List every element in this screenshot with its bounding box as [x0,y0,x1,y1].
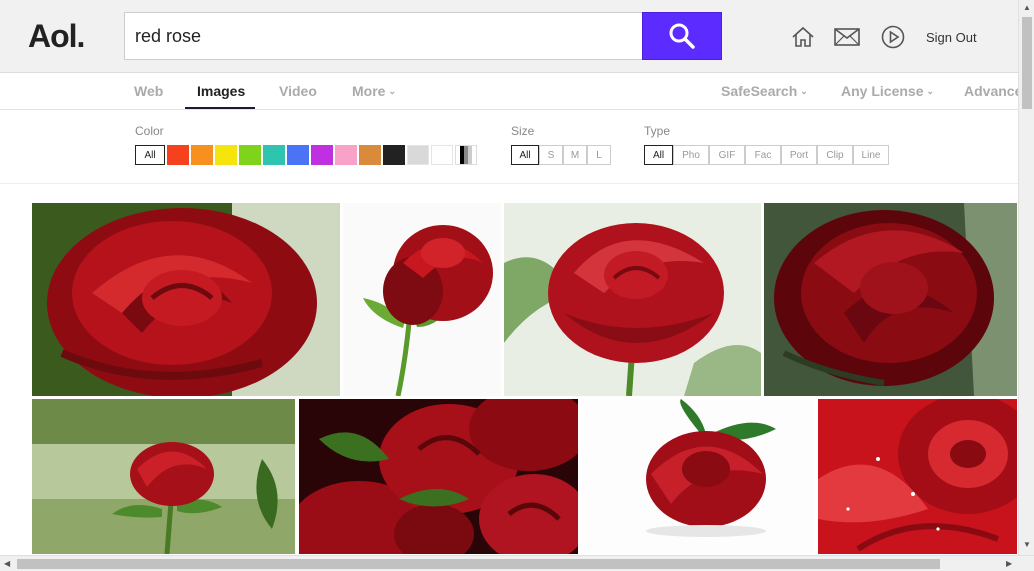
color-swatch[interactable] [167,145,189,165]
image-result[interactable] [581,399,815,554]
tab-more[interactable]: More ⌄ [352,83,396,99]
color-swatch[interactable] [263,145,285,165]
red-rose-image-3 [504,203,761,396]
search-box[interactable] [124,12,644,60]
horizontal-scrollbar[interactable]: ◀ ▶ [0,555,1034,571]
safesearch-dropdown[interactable]: SafeSearch ⌄ [721,83,808,99]
horizontal-scroll-thumb[interactable] [17,559,940,569]
image-result[interactable] [32,399,295,554]
type-line-button[interactable]: Line [853,145,889,165]
image-result[interactable] [504,203,761,396]
color-swatch[interactable] [335,145,357,165]
type-all-button[interactable]: All [644,145,673,165]
size-small-button[interactable]: S [539,145,563,165]
type-portrait-button[interactable]: Port [781,145,817,165]
red-rose-image-4 [764,203,1017,396]
search-input[interactable] [135,13,635,59]
license-label: Any License [841,83,924,99]
color-swatch[interactable] [239,145,261,165]
type-photo-button[interactable]: Pho [673,145,709,165]
search-button[interactable] [642,12,722,60]
home-icon[interactable] [790,24,816,50]
scroll-up-arrow-icon[interactable]: ▲ [1023,3,1031,12]
license-dropdown[interactable]: Any License ⌄ [841,83,934,99]
red-rose-image-8 [818,399,1017,554]
red-rose-image-5 [32,399,295,554]
color-swatch[interactable] [431,145,453,165]
tab-web[interactable]: Web [134,83,163,99]
header: Aol. red rose Sign Out [0,0,1018,73]
color-swatch[interactable] [383,145,405,165]
play-icon[interactable] [880,24,906,50]
red-rose-image-6 [299,399,578,554]
advanced-link[interactable]: Advanced [964,83,1018,99]
red-rose-image-2 [343,203,501,396]
chevron-down-icon: ⌄ [388,86,396,96]
image-result[interactable] [818,399,1017,554]
chevron-down-icon: ⌄ [926,86,935,96]
type-clipart-button[interactable]: Clip [817,145,853,165]
mail-icon[interactable] [834,24,860,50]
color-all-button[interactable]: All [135,145,165,165]
size-medium-button[interactable]: M [563,145,587,165]
scroll-right-arrow-icon[interactable]: ▶ [1006,559,1012,568]
color-swatch[interactable] [311,145,333,165]
color-swatch[interactable] [215,145,237,165]
type-gif-button[interactable]: GIF [709,145,745,165]
vertical-scroll-thumb[interactable] [1022,17,1032,109]
color-swatch[interactable] [191,145,213,165]
aol-logo[interactable]: Aol. [28,18,85,55]
type-filter-label: Type [644,124,671,138]
red-rose-image-1 [32,203,340,396]
image-result[interactable] [299,399,578,554]
chevron-down-icon: ⌄ [800,86,808,96]
vertical-scrollbar[interactable]: ▲ ▼ [1018,0,1034,555]
color-swatch[interactable] [287,145,309,165]
sign-out-link[interactable]: Sign Out [926,30,977,45]
tab-images[interactable]: Images [197,83,245,99]
size-all-button[interactable]: All [511,145,539,165]
search-type-tabs: Web Images Video More ⌄ SafeSearch ⌄ Any L… [0,73,1018,110]
color-swatch-black-white[interactable] [455,145,477,165]
color-filter-label: Color [135,124,164,138]
page: Aol. red rose Sign Out Web Images Video … [0,0,1034,571]
size-large-button[interactable]: L [587,145,611,165]
scroll-left-arrow-icon[interactable]: ◀ [4,559,10,568]
color-swatch[interactable] [407,145,429,165]
image-result[interactable] [343,203,501,396]
active-tab-indicator [185,107,255,109]
tab-video[interactable]: Video [279,83,317,99]
size-filter-label: Size [511,124,535,138]
filter-bar: Color All Size All S M L Type All Pho GI… [0,110,1018,184]
color-swatch[interactable] [359,145,381,165]
image-result[interactable] [764,203,1017,396]
safesearch-label: SafeSearch [721,83,798,99]
image-result[interactable] [32,203,340,396]
red-rose-image-7 [581,399,815,554]
scroll-down-arrow-icon[interactable]: ▼ [1023,540,1031,549]
search-icon [669,23,695,49]
type-face-button[interactable]: Fac [745,145,781,165]
tab-more-label: More [352,83,386,99]
